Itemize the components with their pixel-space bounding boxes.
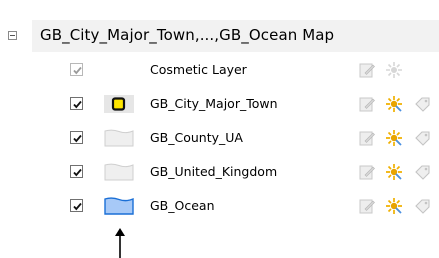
map-name-label[interactable]: GB_City_Major_Town,...,GB_Ocean Map [40,26,334,44]
snap-icon[interactable] [385,129,403,147]
label-icon[interactable] [414,95,432,113]
region-style-swatch[interactable] [104,197,134,215]
checkbox-icon[interactable] [70,165,83,178]
snap-icon[interactable] [385,61,403,79]
layer-label: GB_United_Kingdom [150,164,278,179]
snap-icon[interactable] [385,95,403,113]
checkbox-icon[interactable] [70,63,83,76]
tree-root-row[interactable]: GB_City_Major_Town,...,GB_Ocean Map [4,20,439,52]
layer-row-cosmetic[interactable]: Cosmetic Layer [0,55,439,85]
edit-icon[interactable] [358,129,376,147]
label-icon[interactable] [414,163,432,181]
region-style-swatch[interactable] [104,163,134,181]
layer-row-ocean[interactable]: GB_Ocean [0,191,439,221]
edit-icon[interactable] [358,61,376,79]
layer-row-city-major-town[interactable]: GB_City_Major_Town [0,89,439,119]
edit-icon[interactable] [358,163,376,181]
snap-icon[interactable] [385,197,403,215]
point-style-swatch[interactable] [104,95,134,113]
edit-icon[interactable] [358,197,376,215]
collapse-icon[interactable] [8,31,17,40]
edit-icon[interactable] [358,95,376,113]
layer-label: Cosmetic Layer [150,62,247,77]
layer-label: GB_City_Major_Town [150,96,278,111]
layer-row-county-ua[interactable]: GB_County_UA [0,123,439,153]
layer-label: GB_County_UA [150,130,243,145]
checkbox-icon[interactable] [70,131,83,144]
label-icon[interactable] [414,129,432,147]
region-style-swatch[interactable] [104,129,134,147]
layer-label: GB_Ocean [150,198,215,213]
layer-row-united-kingdom[interactable]: GB_United_Kingdom [0,157,439,187]
checkbox-icon[interactable] [70,97,83,110]
label-icon[interactable] [414,197,432,215]
snap-icon[interactable] [385,163,403,181]
checkbox-icon[interactable] [70,199,83,212]
